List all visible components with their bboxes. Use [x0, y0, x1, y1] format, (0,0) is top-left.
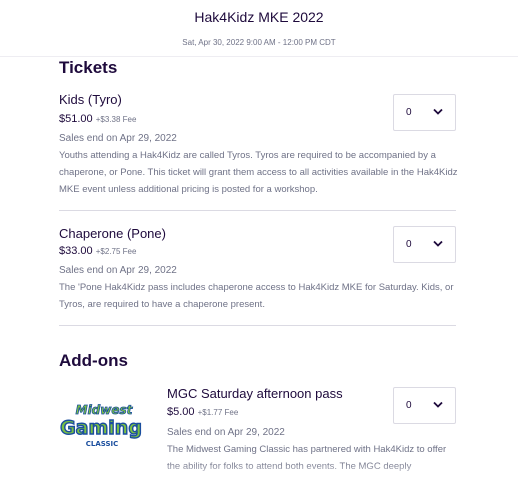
ticket-name: Chaperone (Pone) — [59, 226, 166, 241]
logo-word-1: Midwest — [76, 403, 134, 417]
chevron-down-icon — [433, 401, 443, 408]
chevron-down-icon — [433, 240, 443, 247]
addons-heading: Add-ons — [59, 351, 128, 370]
ticket-sales-end: Sales end on Apr 29, 2022 — [59, 133, 177, 144]
addon-fee: +$1.77 Fee — [197, 408, 239, 417]
addon-sales-end: Sales end on Apr 29, 2022 — [167, 427, 285, 438]
midwest-gaming-classic-logo: Midwest Gaming CLASSIC — [59, 403, 142, 448]
ticket-quantity-select[interactable]: 0 — [393, 94, 456, 131]
ticket-fee: +$3.38 Fee — [95, 115, 137, 124]
event-header: Hak4Kidz MKE 2022 Sat, Apr 30, 2022 9:00… — [0, 0, 518, 57]
ticket-description: The 'Pone Hak4Kidz pass includes chapero… — [59, 282, 454, 310]
quantity-value: 0 — [406, 239, 412, 250]
ticket-price-line: $33.00 +$2.75 Fee — [59, 245, 136, 257]
ticket-sales-end: Sales end on Apr 29, 2022 — [59, 265, 177, 276]
ticket-name: Kids (Tyro) — [59, 92, 122, 107]
ticket-price: $33.00 — [59, 245, 93, 257]
ticket-fee: +$2.75 Fee — [95, 247, 137, 256]
logo-word-2: Gaming — [60, 417, 142, 439]
ticket-price-line: $51.00 +$3.38 Fee — [59, 113, 136, 125]
event-title: Hak4Kidz MKE 2022 — [194, 9, 324, 25]
divider — [59, 210, 456, 211]
scroll-fade — [0, 462, 518, 482]
logo-word-3: CLASSIC — [86, 440, 119, 448]
ticket-quantity-select[interactable]: 0 — [393, 226, 456, 263]
quantity-value: 0 — [406, 107, 412, 118]
chevron-down-icon — [433, 108, 443, 115]
tickets-heading: Tickets — [59, 58, 118, 77]
addon-quantity-select[interactable]: 0 — [393, 387, 456, 424]
ticket-price: $51.00 — [59, 113, 93, 125]
ticket-description: Youths attending a Hak4Kidz are called T… — [59, 150, 458, 195]
addon-price-line: $5.00 +$1.77 Fee — [167, 406, 238, 418]
quantity-value: 0 — [406, 400, 412, 411]
addon-name: MGC Saturday afternoon pass — [167, 386, 343, 401]
addon-price: $5.00 — [167, 406, 195, 418]
divider — [59, 325, 456, 326]
event-date: Sat, Apr 30, 2022 9:00 AM - 12:00 PM CDT — [182, 38, 336, 47]
